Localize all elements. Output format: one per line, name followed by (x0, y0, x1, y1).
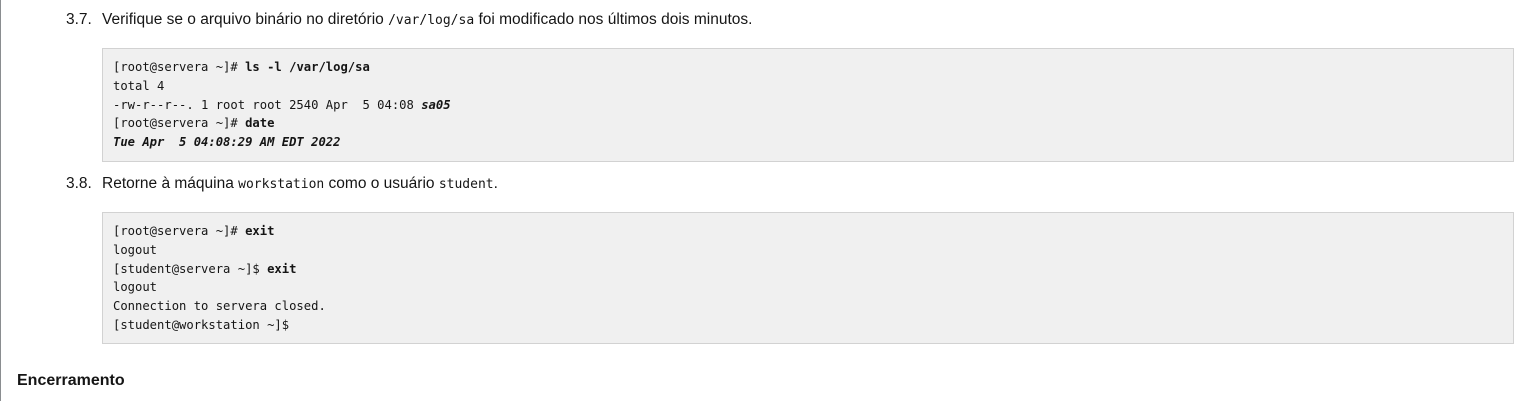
step-text-middle: como o usuário (324, 175, 439, 192)
highlighted-filename: sa05 (421, 97, 451, 112)
code-line: logout (113, 280, 158, 295)
step-text-after: . (493, 175, 498, 192)
shell-prompt: [root@servera ~]# (113, 60, 246, 74)
left-border-rule (0, 0, 1, 401)
step-number: 3.8. (66, 175, 92, 192)
inline-code-host: workstation (238, 177, 325, 192)
code-line: [root@servera ~]# date (113, 114, 1503, 133)
code-line: [root@servera ~]# ls -l /var/log/sa (113, 58, 1503, 77)
code-line: logout (113, 242, 158, 257)
shell-command: ls -l /var/log/sa (245, 60, 370, 74)
shell-prompt: [student@servera ~]$ (113, 261, 268, 276)
code-block-3-8: [root@servera ~]# exit logout [student@s… (102, 212, 1514, 344)
step-3-7: 3.7. Verifique se o arquivo binário no d… (66, 10, 752, 31)
shell-prompt: [root@servera ~]# (113, 116, 246, 131)
inline-code-path: /var/log/sa (388, 13, 475, 28)
highlighted-output: Tue Apr 5 04:08:29 AM EDT 2022 (113, 135, 341, 150)
step-text-after: foi modificado nos últimos dois minutos. (474, 11, 753, 28)
section-heading-encerramento: Encerramento (17, 372, 125, 389)
code-line: Connection to servera closed. (113, 299, 326, 314)
code-line: -rw-r--r--. 1 root root 2540 Apr 5 04:08… (113, 96, 1503, 115)
output-text: -rw-r--r--. 1 root root 2540 Apr 5 04:08 (113, 97, 422, 112)
shell-command: date (245, 116, 275, 131)
shell-command: exit (267, 261, 297, 276)
step-instruction: Verifique se o arquivo binário no diretó… (102, 10, 752, 31)
step-number: 3.7. (66, 11, 92, 28)
step-text-before: Verifique se o arquivo binário no diretó… (102, 11, 389, 28)
step-3-8: 3.8. Retorne à máquina workstation como … (66, 174, 498, 195)
shell-prompt: [root@servera ~]# (113, 224, 246, 238)
shell-command: exit (245, 224, 275, 238)
code-line: [root@servera ~]# exit (113, 222, 1503, 241)
code-line: [student@servera ~]$ exit (113, 260, 1503, 279)
inline-code-user: student (438, 177, 494, 192)
code-line: [student@workstation ~]$ (113, 317, 290, 332)
step-instruction: Retorne à máquina workstation como o usu… (102, 174, 498, 195)
code-block-3-7: [root@servera ~]# ls -l /var/log/sa tota… (102, 48, 1514, 162)
code-line: total 4 (113, 78, 165, 93)
step-text-before: Retorne à máquina (102, 175, 239, 192)
